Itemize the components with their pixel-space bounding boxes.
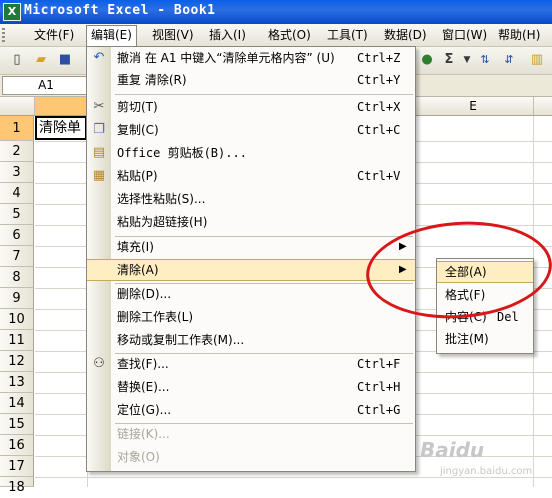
menu-tools[interactable]: 工具(T) <box>323 26 372 44</box>
copy-icon: ❐ <box>93 122 105 137</box>
hyperlink-globe-icon[interactable]: ● <box>418 51 436 69</box>
menu-item-copy[interactable]: ❐ 复制(C) Ctrl+C <box>87 119 415 141</box>
column-header-e[interactable]: E <box>413 97 534 116</box>
column-header-a[interactable] <box>35 97 88 116</box>
row-header[interactable]: 10 <box>0 309 34 330</box>
row-header[interactable]: 2 <box>0 141 34 162</box>
submenu-item-clear-comments[interactable]: 批注(M) <box>437 328 533 350</box>
menu-data[interactable]: 数据(D) <box>380 26 431 44</box>
row-header[interactable]: 16 <box>0 435 34 456</box>
select-all-corner[interactable] <box>0 97 35 116</box>
row-header[interactable]: 15 <box>0 414 34 435</box>
menu-item-object[interactable]: 对象(O) <box>87 446 415 468</box>
row-header[interactable]: 6 <box>0 225 34 246</box>
row-header[interactable]: 13 <box>0 372 34 393</box>
menu-item-delete-sheet[interactable]: 删除工作表(L) <box>87 306 415 328</box>
row-header[interactable]: 7 <box>0 246 34 267</box>
menu-item-delete[interactable]: 删除(D)... <box>87 283 415 305</box>
autosum-icon[interactable]: Σ <box>440 51 458 69</box>
save-icon[interactable]: ■ <box>56 51 74 69</box>
menu-item-paste[interactable]: ▦ 粘贴(P) Ctrl+V <box>87 165 415 187</box>
menu-item-clear[interactable]: 清除(A) ▶ <box>87 259 415 281</box>
submenu-item-clear-formats[interactable]: 格式(F) <box>437 284 533 306</box>
menubar-grip[interactable] <box>2 28 5 42</box>
menu-edit[interactable]: 编辑(E) <box>86 25 137 47</box>
grid-line <box>35 477 552 478</box>
clipboard-icon: ▤ <box>92 145 106 160</box>
clear-submenu: 全部(A) 格式(F) 内容(C) Del 批注(M) <box>436 258 534 354</box>
row-header[interactable]: 4 <box>0 183 34 204</box>
menu-help[interactable]: 帮助(H) <box>494 26 544 44</box>
excel-app-icon[interactable]: X <box>3 3 21 21</box>
row-header[interactable]: 12 <box>0 351 34 372</box>
row-header[interactable]: 3 <box>0 162 34 183</box>
menu-format[interactable]: 格式(O) <box>264 26 315 44</box>
row-header[interactable]: 14 <box>0 393 34 414</box>
new-document-icon[interactable]: ▯ <box>8 51 26 69</box>
binoculars-icon: ⚇ <box>93 356 105 371</box>
window-title: Microsoft Excel - Book1 <box>24 3 216 18</box>
menu-insert[interactable]: 插入(I) <box>205 26 250 44</box>
menu-item-office-clipboard[interactable]: ▤ Office 剪贴板(B)... <box>87 142 415 164</box>
name-box[interactable]: A1 <box>2 76 90 95</box>
baidu-watermark-url: jingyan.baidu.com <box>440 466 533 477</box>
row-header[interactable]: 11 <box>0 330 34 351</box>
menu-item-links[interactable]: 链接(K)... <box>87 423 415 445</box>
undo-icon: ↶ <box>93 50 105 65</box>
menu-item-undo[interactable]: ↶ 撤消 在 A1 中键入“清除单元格内容” (U) Ctrl+Z <box>87 47 415 69</box>
chart-wizard-icon[interactable]: ▥ <box>528 51 546 69</box>
active-cell-a1[interactable]: 清除单 <box>35 116 87 140</box>
row-header[interactable]: 17 <box>0 456 34 477</box>
menu-item-paste-special[interactable]: 选择性粘贴(S)... <box>87 188 415 210</box>
row-header-1[interactable]: 1 <box>0 116 34 141</box>
menu-item-move-copy-sheet[interactable]: 移动或复制工作表(M)... <box>87 329 415 351</box>
menu-item-paste-as-hyperlink[interactable]: 粘贴为超链接(H) <box>87 211 415 233</box>
row-header[interactable]: 18 <box>0 477 34 495</box>
autosum-dropdown-icon[interactable]: ▼ <box>458 51 476 69</box>
submenu-item-clear-contents[interactable]: 内容(C) Del <box>437 306 533 328</box>
menu-file[interactable]: 文件(F) <box>30 26 78 44</box>
column-header-f[interactable] <box>534 97 552 116</box>
title-bar: X Microsoft Excel - Book1 <box>0 0 552 24</box>
menu-separator <box>115 94 413 95</box>
menu-item-fill[interactable]: 填充(I) ▶ <box>87 236 415 258</box>
menu-item-replace[interactable]: 替换(E)... Ctrl+H <box>87 376 415 398</box>
baidu-watermark: Baidu <box>420 438 485 462</box>
submenu-arrow-icon: ▶ <box>399 264 407 275</box>
menu-item-find[interactable]: ⚇ 查找(F)... Ctrl+F <box>87 353 415 375</box>
sort-descending-icon[interactable]: ⇵ <box>500 51 518 69</box>
menu-item-cut[interactable]: ✂ 剪切(T) Ctrl+X <box>87 96 415 118</box>
row-header[interactable]: 9 <box>0 288 34 309</box>
row-header[interactable]: 5 <box>0 204 34 225</box>
menu-bar: 文件(F) 编辑(E) 视图(V) 插入(I) 格式(O) 工具(T) 数据(D… <box>0 24 552 47</box>
menu-view[interactable]: 视图(V) <box>148 26 198 44</box>
scissors-icon: ✂ <box>93 99 105 114</box>
submenu-item-clear-all[interactable]: 全部(A) <box>437 261 533 283</box>
edit-menu-dropdown: ↶ 撤消 在 A1 中键入“清除单元格内容” (U) Ctrl+Z 重复 清除(… <box>86 46 416 472</box>
row-header[interactable]: 8 <box>0 267 34 288</box>
menu-item-repeat[interactable]: 重复 清除(R) Ctrl+Y <box>87 69 415 91</box>
open-folder-icon[interactable]: ▰ <box>32 51 50 69</box>
sort-ascending-icon[interactable]: ⇅ <box>476 51 494 69</box>
menu-window[interactable]: 窗口(W) <box>438 26 491 44</box>
submenu-arrow-icon: ▶ <box>399 241 407 252</box>
paste-icon: ▦ <box>92 168 106 183</box>
menu-item-goto[interactable]: 定位(G)... Ctrl+G <box>87 399 415 421</box>
